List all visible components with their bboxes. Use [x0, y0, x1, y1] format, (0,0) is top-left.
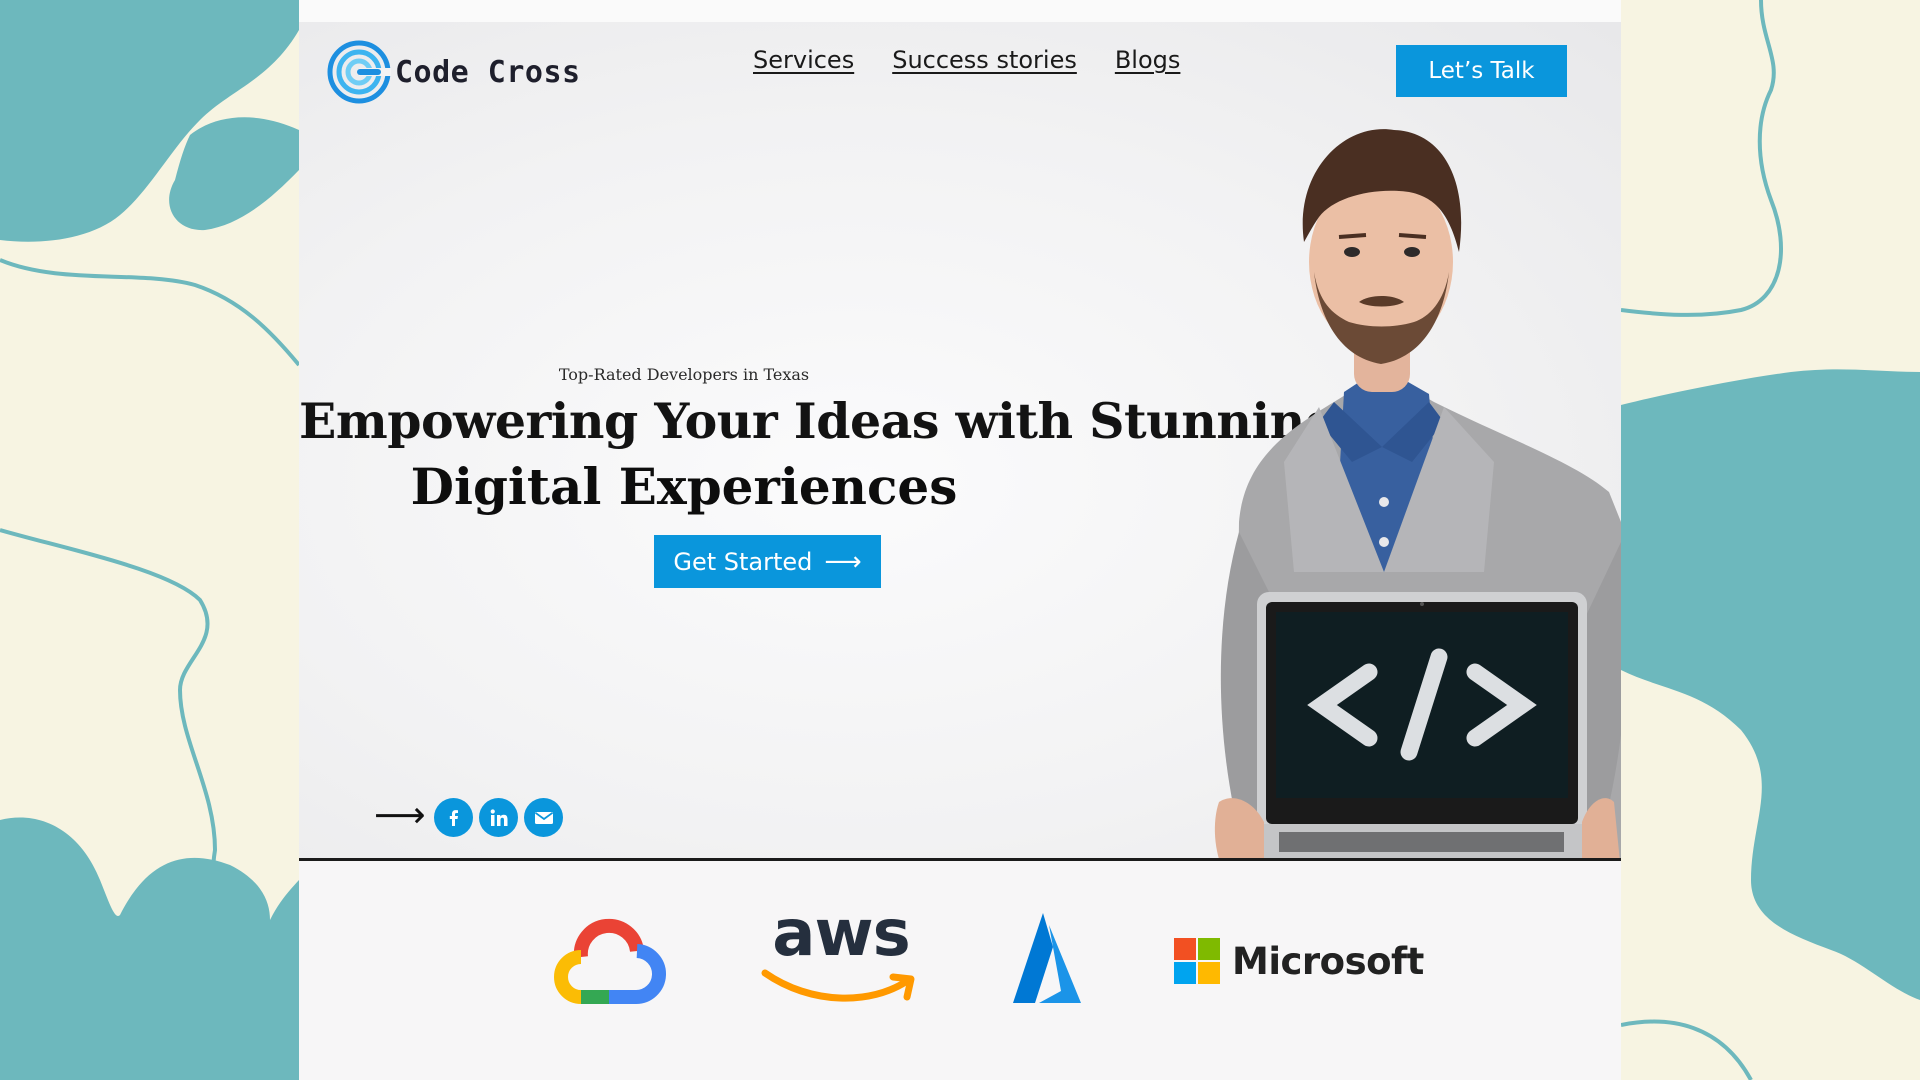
azure-logo — [1013, 913, 1081, 1003]
right-decor-background — [1621, 0, 1920, 1080]
arrow-right-icon: ⟶ — [824, 546, 862, 577]
landing-page: Code Cross Services Success stories Blog… — [299, 0, 1621, 1080]
brand-name: Code Cross — [395, 54, 581, 90]
linkedin-icon[interactable] — [479, 798, 518, 837]
social-links — [434, 798, 563, 837]
lets-talk-button[interactable]: Let’s Talk — [1396, 45, 1567, 97]
google-cloud-logo — [554, 918, 666, 1004]
nav-blogs-link[interactable]: Blogs — [1115, 46, 1181, 74]
nav-services-link[interactable]: Services — [753, 46, 854, 74]
aws-smile-icon — [761, 969, 915, 1002]
microsoft-windows-icon — [1174, 938, 1220, 984]
partners-logos: aws Microsoft — [299, 861, 1621, 1080]
microsoft-logo: Microsoft — [1174, 938, 1424, 984]
code-cross-logo-icon — [327, 40, 391, 104]
facebook-icon[interactable] — [434, 798, 473, 837]
get-started-label: Get Started — [673, 547, 813, 576]
main-nav: Services Success stories Blogs — [753, 46, 1180, 74]
social-arrow-icon: ⟶ — [374, 794, 426, 835]
hero-headline: Empowering Your Ideas with Stunning — [299, 392, 1339, 450]
developer-photo — [1214, 129, 1621, 880]
microsoft-logo-text: Microsoft — [1232, 939, 1424, 983]
aws-logo: aws — [761, 897, 921, 1013]
aws-logo-text: aws — [772, 897, 910, 971]
left-decor-background — [0, 0, 299, 1080]
hero-headline-bold: Digital Experiences — [410, 457, 958, 516]
nav-success-stories-link[interactable]: Success stories — [892, 46, 1077, 74]
email-icon[interactable] — [524, 798, 563, 837]
brand-logo[interactable]: Code Cross — [327, 40, 581, 104]
top-strip — [299, 0, 1621, 22]
hero-section: Code Cross Services Success stories Blog… — [299, 22, 1621, 880]
hero-kicker: Top-Rated Developers in Texas — [558, 365, 810, 384]
get-started-button[interactable]: Get Started ⟶ — [654, 535, 881, 588]
